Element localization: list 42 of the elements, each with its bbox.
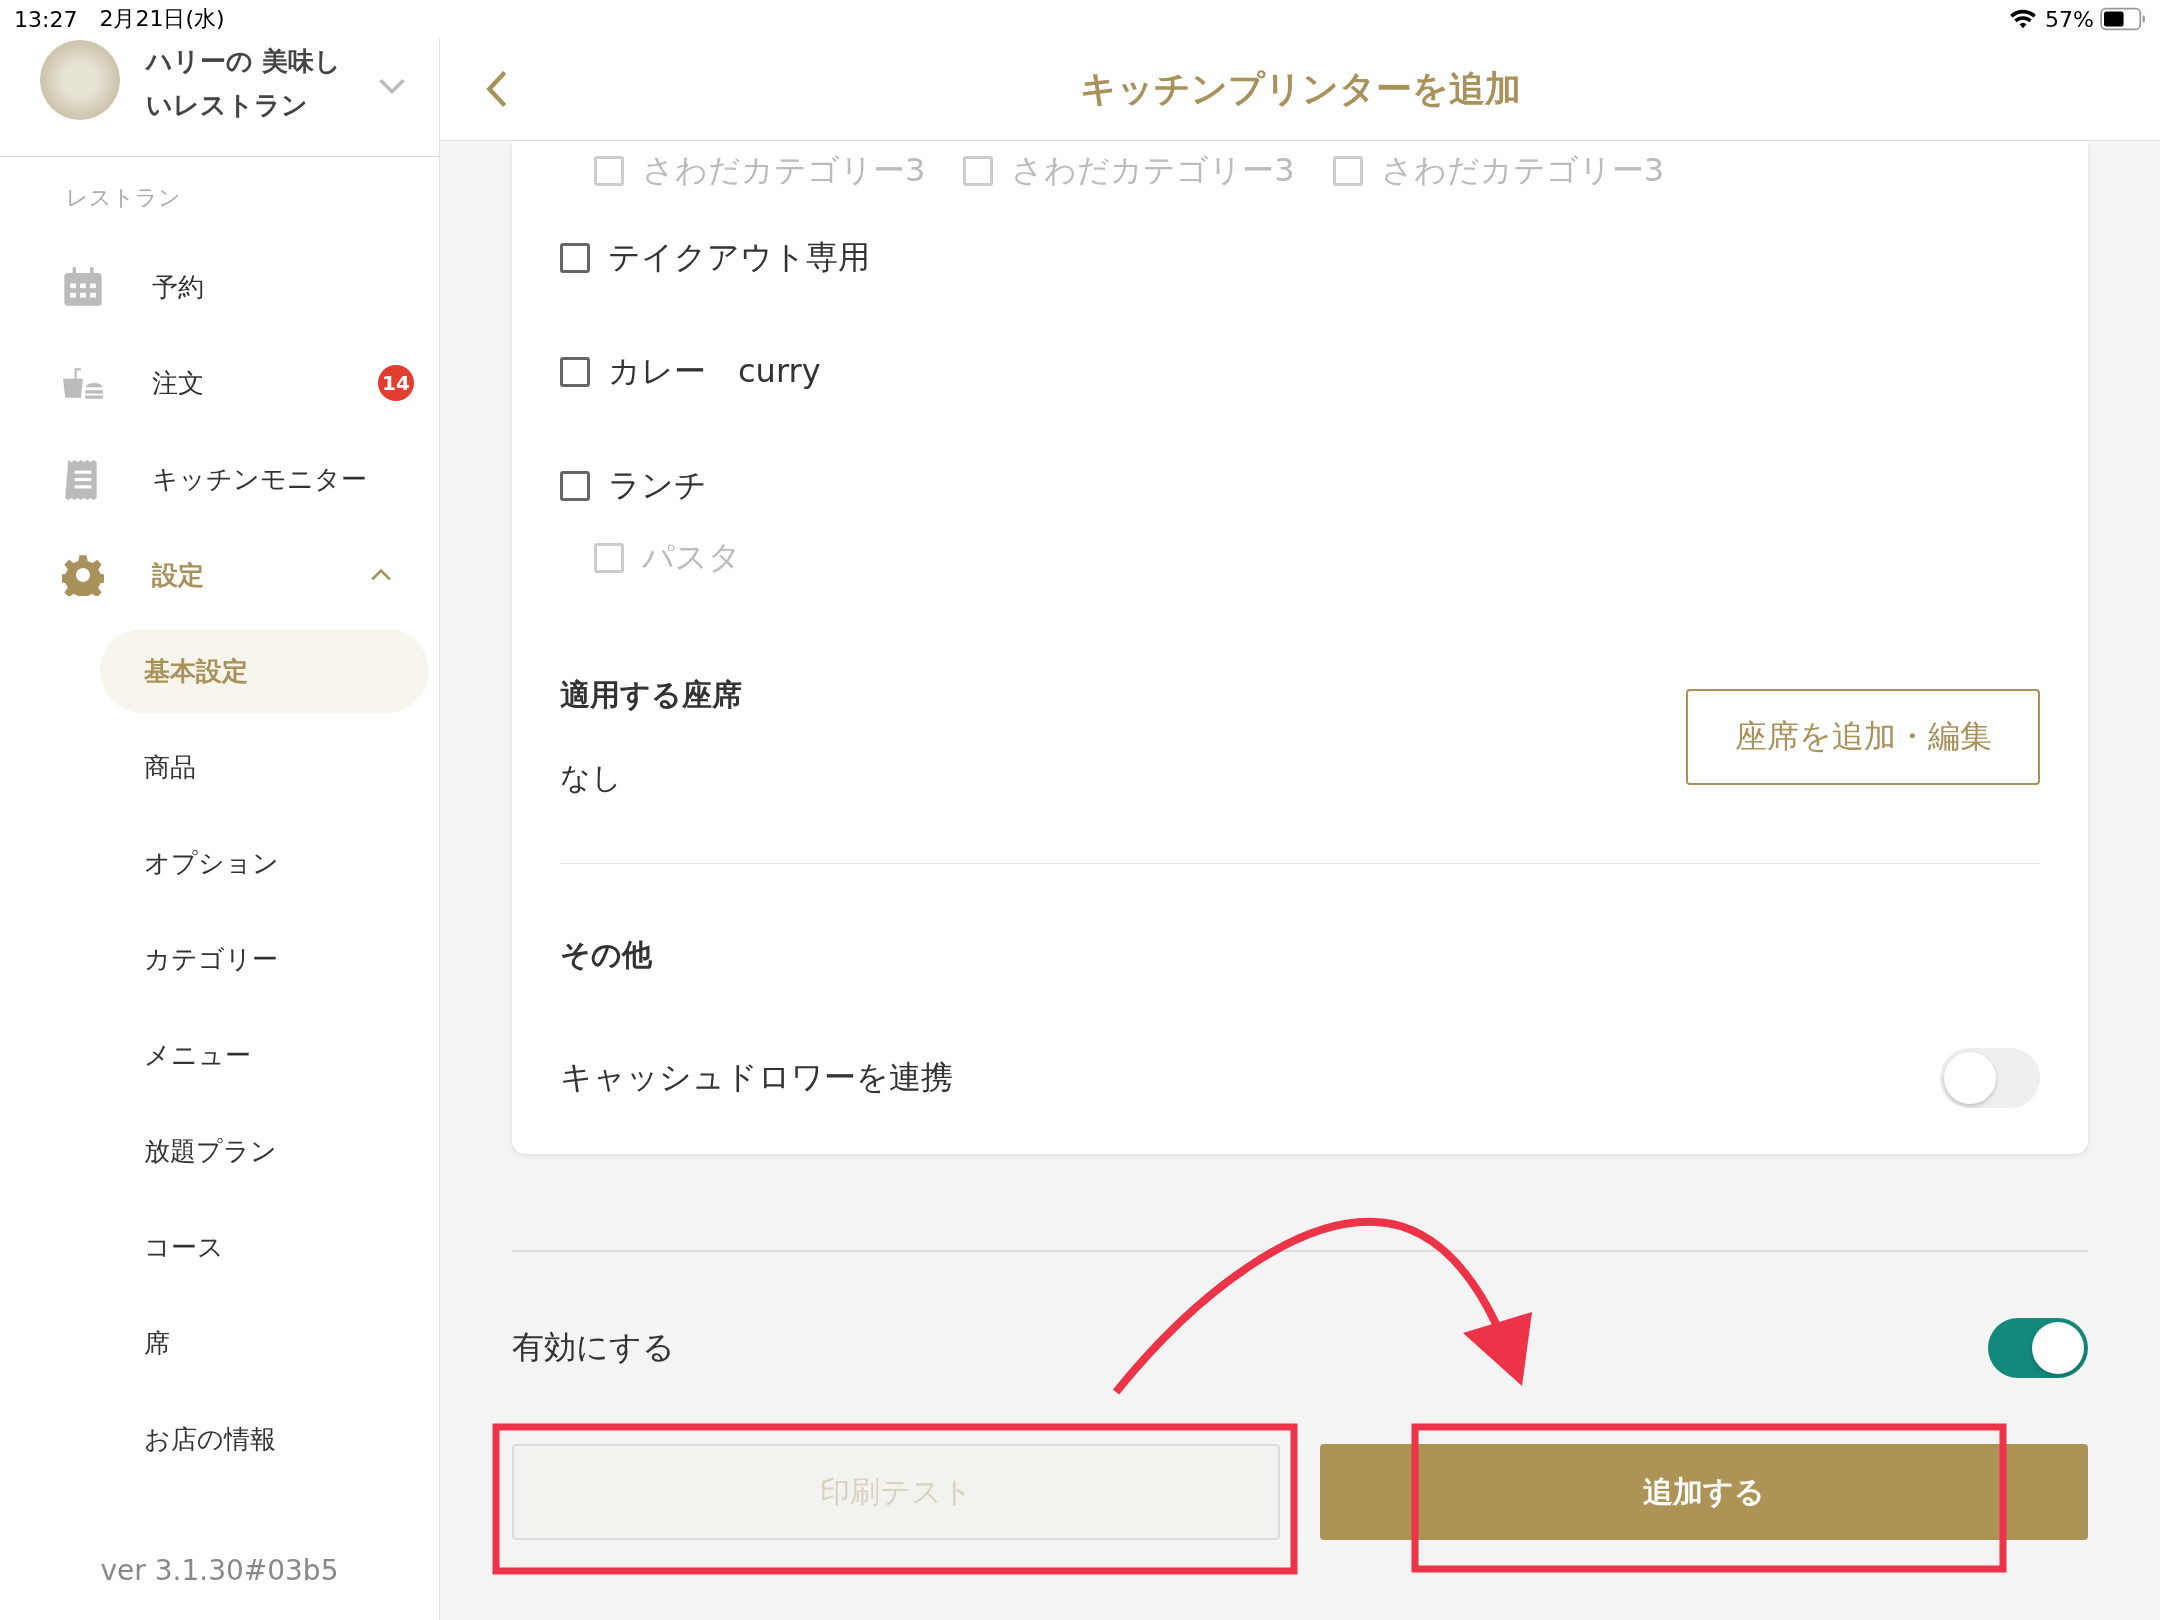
calendar-icon	[62, 266, 104, 308]
category-label: さわだカテゴリー3	[1380, 150, 1665, 191]
enable-label: 有効にする	[512, 1327, 675, 1368]
section-heading: その他	[560, 936, 653, 974]
submenu-item[interactable]: カテゴリー	[100, 917, 429, 1001]
wifi-icon	[2009, 8, 2038, 30]
nav-item[interactable]: キッチンモニター	[0, 431, 439, 527]
gear-icon	[62, 554, 104, 596]
status-time: 13:27	[14, 6, 78, 32]
setting-label: キャッシュドロワーを連携	[560, 1057, 953, 1098]
nav-item[interactable]: 予約	[0, 239, 439, 335]
section-heading: 適用する座席	[560, 676, 742, 714]
version-label: ver 3.1.30#03b5	[100, 1553, 339, 1587]
category-label: さわだカテゴリー3	[642, 150, 926, 191]
status-date: 2月21日(水)	[99, 5, 225, 33]
page-title: キッチンプリンターを追加	[1079, 66, 1521, 111]
submenu-item[interactable]: コース	[100, 1205, 429, 1289]
checkbox[interactable]	[560, 243, 590, 273]
submenu-item[interactable]: 商品	[100, 725, 429, 809]
submenu-item[interactable]: 席	[100, 1301, 429, 1385]
category-label: カレー curry	[608, 351, 821, 392]
restaurant-name: ハリーの 美味しいレストラン	[146, 45, 343, 122]
count-badge: 14	[378, 365, 414, 401]
category-label: テイクアウト専用	[608, 237, 870, 278]
checkbox[interactable]	[560, 357, 590, 387]
section-label: レストラン	[65, 184, 182, 212]
submenu-item[interactable]: 放題プラン	[100, 1109, 429, 1193]
checkbox[interactable]	[560, 471, 590, 501]
category-label: ランチ	[608, 465, 707, 506]
nav-item[interactable]: 注文 14	[0, 335, 439, 431]
submenu-item[interactable]: オプション	[100, 821, 429, 905]
battery-icon	[2100, 7, 2146, 31]
category-label: パスタ	[642, 537, 741, 578]
chevron-up-icon[interactable]	[370, 568, 392, 582]
chevron-down-icon[interactable]	[378, 78, 406, 94]
submenu-item[interactable]: メニュー	[100, 1013, 429, 1097]
toggle-switch[interactable]	[1988, 1318, 2088, 1378]
seats-value: なし	[560, 759, 623, 797]
battery-percent: 57%	[2045, 6, 2094, 32]
submenu-item[interactable]: お店の情報	[100, 1397, 429, 1481]
back-icon[interactable]	[486, 69, 508, 109]
category-label: さわだカテゴリー3	[1011, 150, 1295, 191]
